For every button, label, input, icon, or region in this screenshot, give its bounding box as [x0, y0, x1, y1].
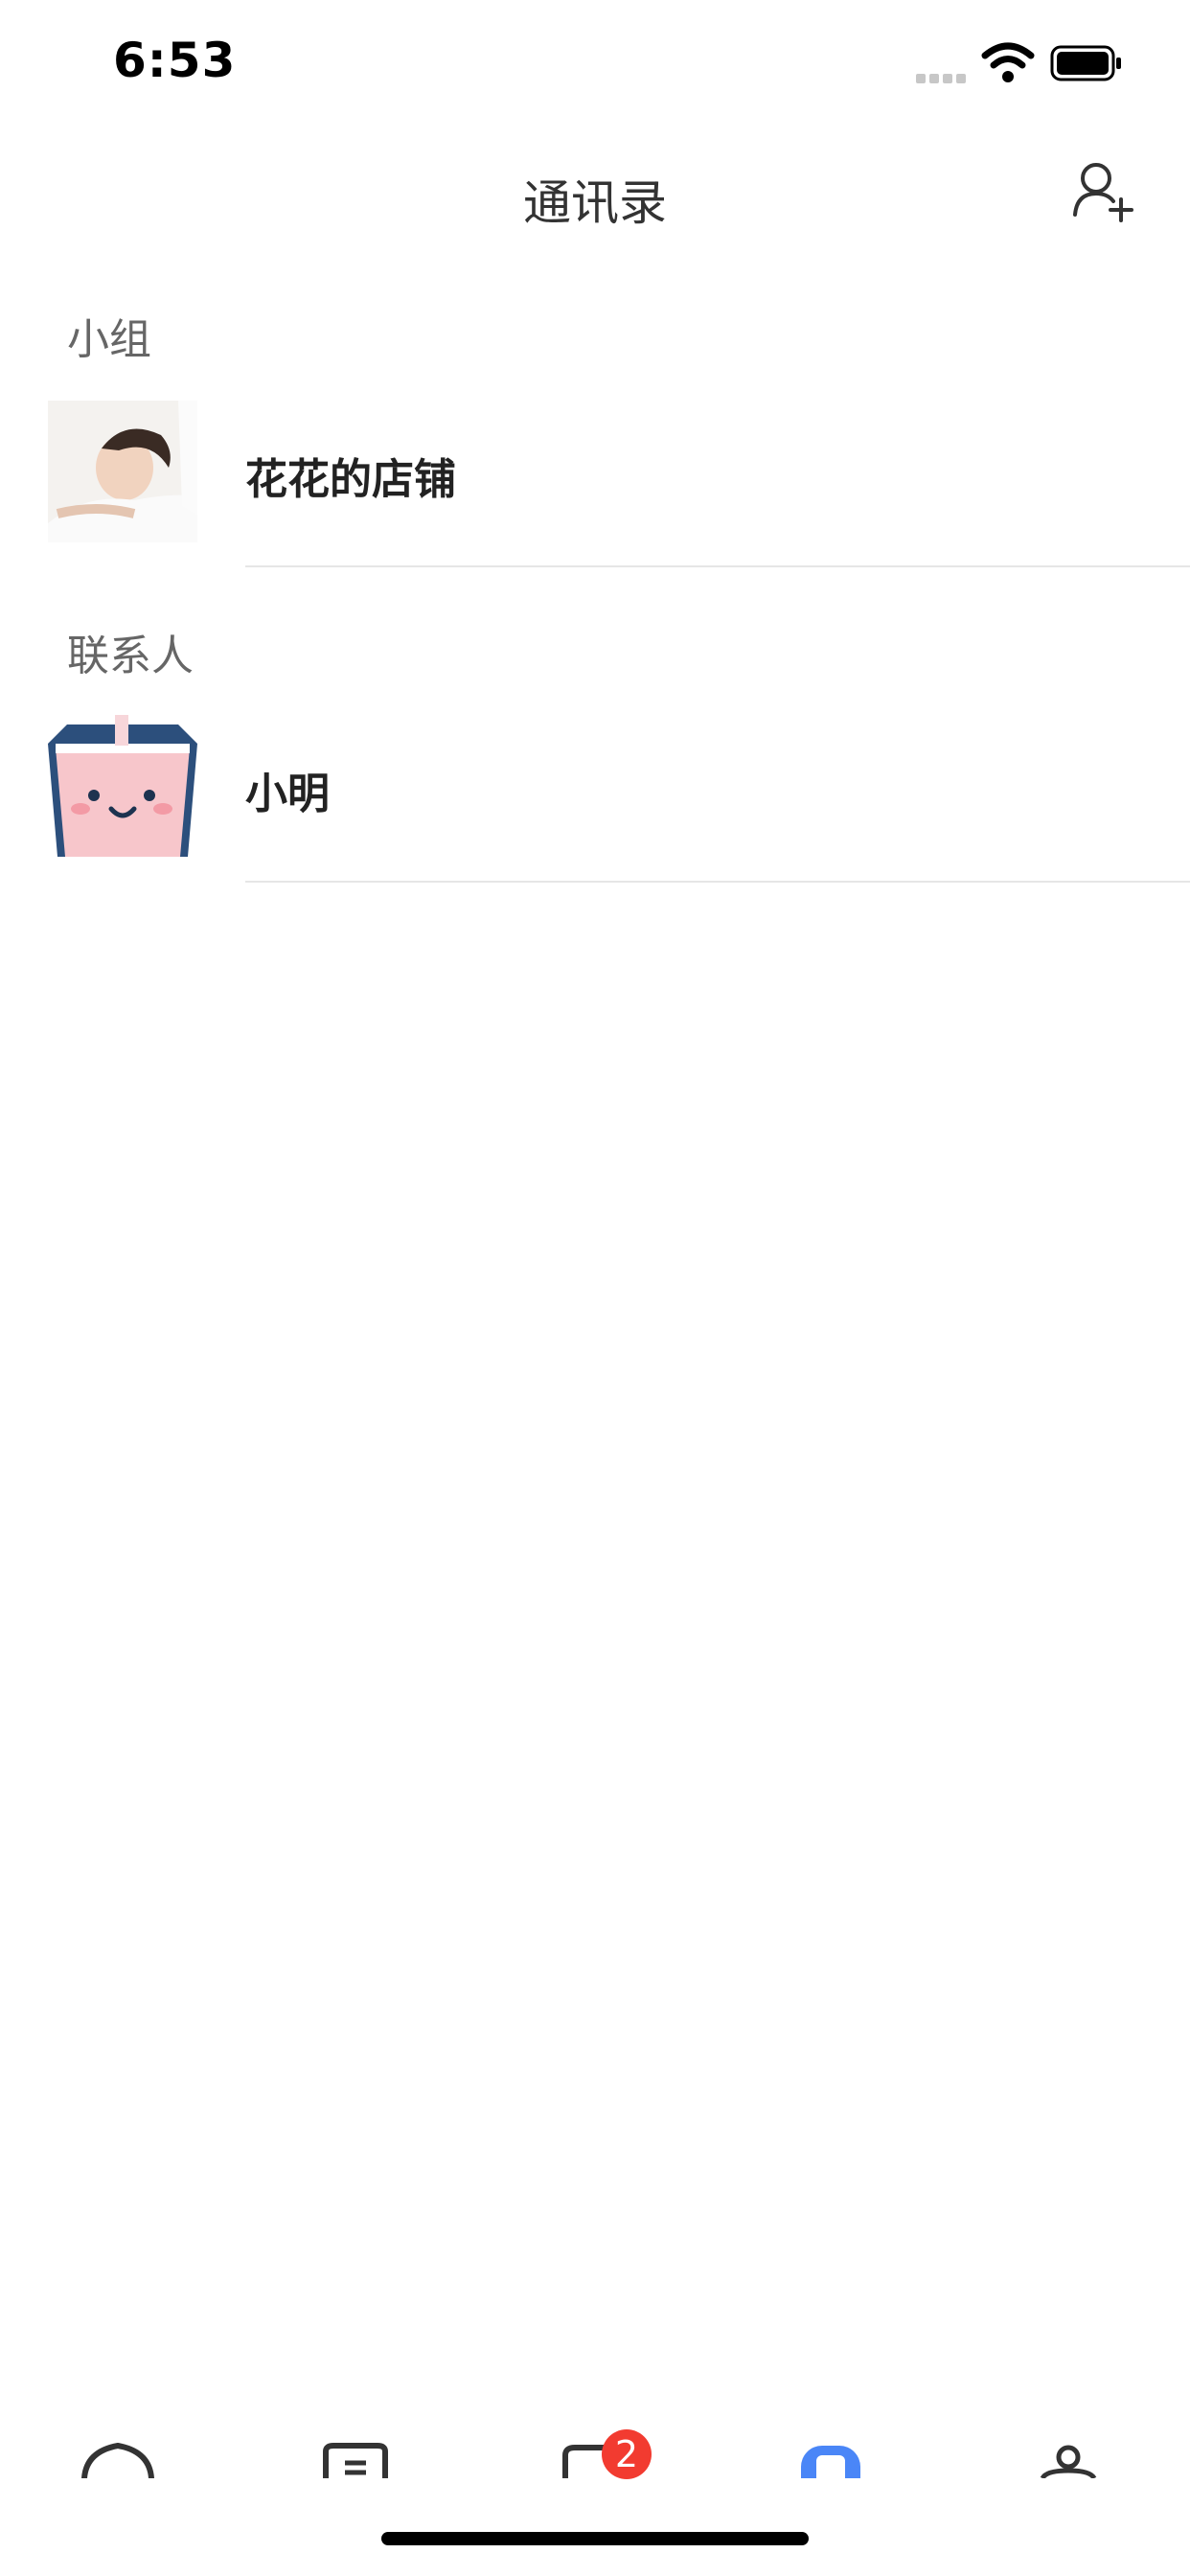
section-label-groups: 小组: [67, 315, 151, 364]
cellular-signal-icon: [916, 69, 972, 83]
section-label-contacts: 联系人: [67, 632, 194, 680]
avatar: [48, 715, 197, 857]
contact-name: 小明: [245, 770, 330, 818]
home-indicator[interactable]: [381, 2532, 809, 2545]
list-item[interactable]: 花花的店铺: [0, 401, 1190, 544]
contact-name: 花花的店铺: [245, 455, 456, 504]
page-title: 通讯录: [523, 175, 667, 231]
shop-icon[interactable]: [312, 2440, 399, 2478]
home-icon[interactable]: [75, 2440, 161, 2478]
avatar: [48, 401, 197, 542]
profile-icon[interactable]: [1025, 2440, 1111, 2478]
wifi-icon: [981, 42, 1035, 82]
divider: [245, 881, 1190, 883]
unread-badge: 2: [602, 2429, 652, 2479]
contacts-icon[interactable]: [788, 2440, 874, 2478]
status-time: 6:53: [113, 33, 237, 88]
battery-icon: [1050, 45, 1121, 81]
list-item[interactable]: 小明: [0, 715, 1190, 859]
add-contact-icon[interactable]: [1071, 159, 1138, 226]
divider: [245, 565, 1190, 567]
